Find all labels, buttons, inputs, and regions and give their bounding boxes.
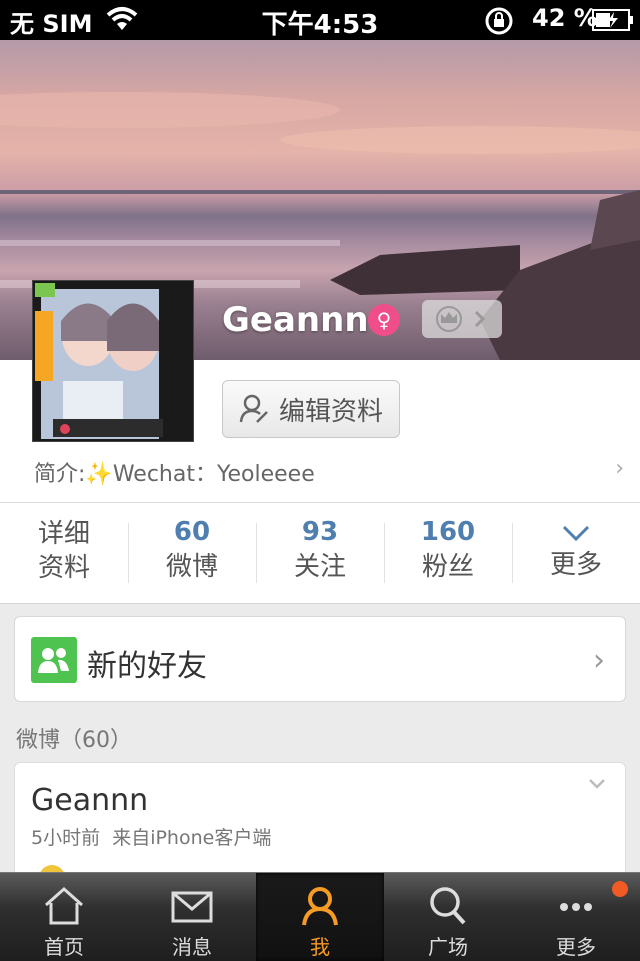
fans-count: 160 — [420, 517, 476, 547]
new-friends-label: 新的好友 — [87, 649, 207, 684]
more-stats-label: 更多 — [549, 550, 602, 580]
section-title: 微博（60） — [16, 728, 132, 753]
stats-row: 详细资料 60 微博 93 关注 160 粉丝 更多 — [0, 502, 640, 604]
fans-count-button[interactable]: 160 粉丝 — [384, 503, 512, 603]
more-stats-button[interactable]: 更多 — [512, 503, 640, 603]
crown-icon — [436, 306, 486, 332]
tab-square-label: 广场 — [428, 935, 468, 959]
more-dots-icon — [560, 903, 592, 911]
following-count-button[interactable]: 93 关注 — [256, 503, 384, 603]
bio-prefix: 简介: — [34, 462, 86, 487]
avatar[interactable] — [32, 280, 194, 442]
following-count: 93 — [301, 517, 339, 547]
search-icon — [430, 887, 466, 925]
user-edit-icon — [239, 394, 268, 423]
envelope-icon — [171, 891, 213, 923]
post-author: Geannn — [31, 783, 149, 818]
sparkle-icon: ✨ — [85, 462, 113, 487]
status-bar: 无 SIM 下午4:53 42 % — [0, 0, 640, 40]
chevron-down-icon — [562, 525, 590, 542]
notification-badge — [612, 881, 628, 897]
details-line2: 资料 — [37, 553, 90, 583]
edit-profile-button[interactable]: 编辑资料 — [222, 380, 400, 438]
bio-text: Wechat：Yeoleeee — [112, 462, 315, 487]
female-symbol-icon: ♀ — [368, 304, 400, 336]
details-line1: 详细 — [37, 519, 90, 549]
bio-row[interactable]: 简介:✨Wechat：Yeoleeee › — [34, 456, 624, 487]
person-icon — [302, 887, 338, 926]
post-meta: 5小时前 来自iPhone客户端 — [31, 823, 271, 850]
friends-icon — [31, 637, 77, 683]
weibo-label: 微博 — [165, 552, 218, 582]
weibo-count-button[interactable]: 60 微博 — [128, 503, 256, 603]
tab-home-label: 首页 — [44, 935, 84, 959]
chevron-down-icon[interactable] — [587, 777, 607, 791]
details-button[interactable]: 详细 资料 — [0, 503, 128, 603]
tab-messages-label: 消息 — [172, 935, 212, 959]
battery-percent: 42 % — [532, 4, 598, 32]
weibo-count: 60 — [173, 517, 211, 547]
tab-me-label: 我 — [310, 935, 330, 959]
battery-icon — [592, 9, 633, 31]
post-time: 5小时前 — [31, 827, 101, 849]
new-friends-row[interactable]: 新的好友 › — [14, 616, 626, 702]
home-icon — [45, 886, 83, 925]
tab-more[interactable]: 更多 — [512, 873, 640, 961]
tab-home[interactable]: 首页 — [0, 873, 128, 961]
chevron-right-icon: › — [593, 643, 605, 678]
avatar-photo — [33, 281, 193, 441]
tab-more-label: 更多 — [556, 935, 596, 959]
fans-label: 粉丝 — [421, 552, 474, 582]
tab-square[interactable]: 广场 — [384, 873, 512, 961]
tab-me[interactable]: 我 — [256, 873, 384, 961]
chevron-right-icon: › — [615, 456, 624, 481]
rotation-lock-icon — [485, 7, 513, 35]
post-source: 来自iPhone客户端 — [112, 827, 272, 849]
tab-messages[interactable]: 消息 — [128, 873, 256, 961]
tab-bar: 首页 消息 我 广场 更多 — [0, 872, 640, 961]
username: Geannn — [222, 300, 369, 340]
following-label: 关注 — [293, 552, 346, 582]
edit-profile-label: 编辑资料 — [278, 396, 383, 427]
vip-button[interactable] — [422, 300, 502, 338]
